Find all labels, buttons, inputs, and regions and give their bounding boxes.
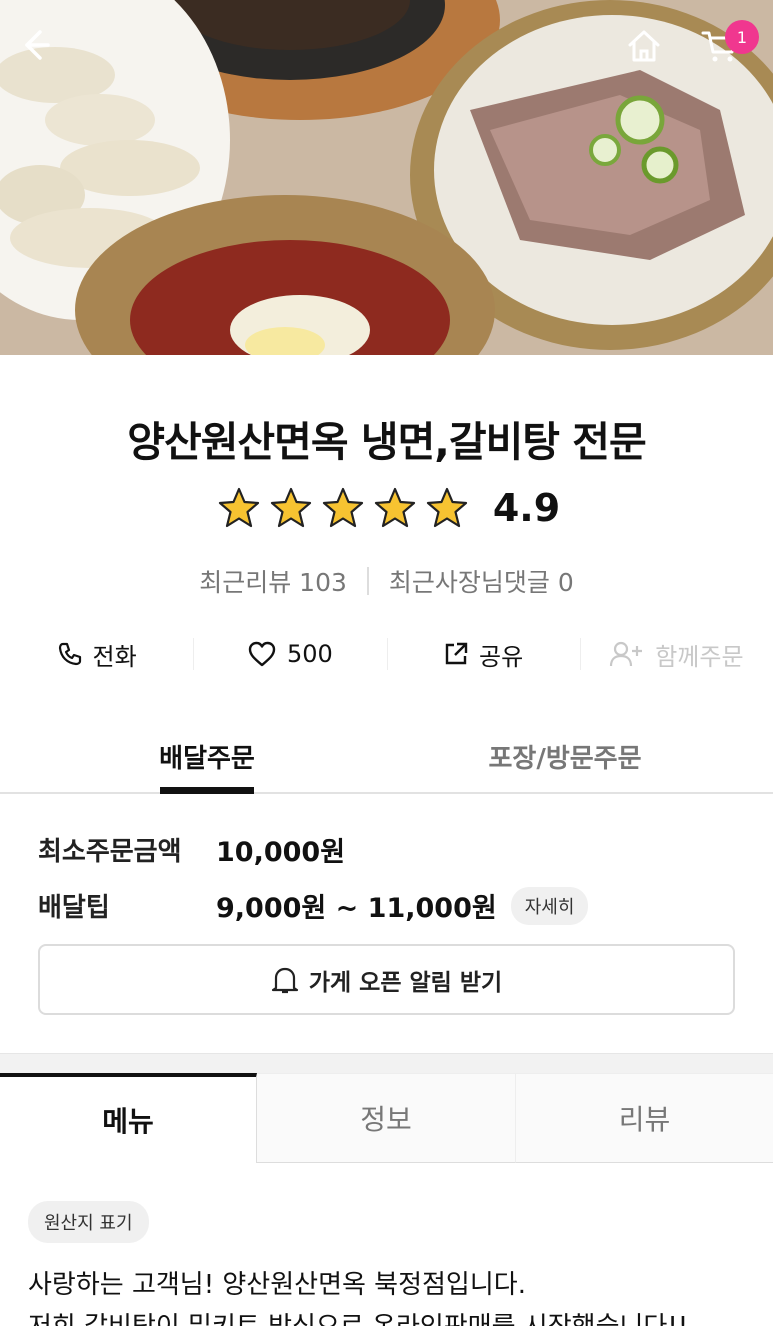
min-order-label: 최소주문금액 xyxy=(38,837,182,867)
bell-icon xyxy=(271,967,298,993)
min-order-row: 최소주문금액 10,000원 xyxy=(38,830,345,869)
delivery-tip-label: 배달팁 xyxy=(38,893,110,923)
section-divider xyxy=(0,1053,773,1075)
open-notification-label: 가게 오픈 알림 받기 xyxy=(308,969,503,996)
notice-line: 저희 갈비탕이 밀키트 방식으로 온라인판매를 시작했습니다!! xyxy=(28,1306,768,1326)
origin-label-button[interactable]: 원산지 표기 xyxy=(28,1201,149,1243)
cart-count-badge: 1 xyxy=(725,20,759,54)
like-button[interactable]: 500 xyxy=(193,630,386,678)
star-icon xyxy=(322,487,363,528)
phone-icon xyxy=(58,642,81,666)
tab-delivery[interactable]: 배달주문 xyxy=(148,720,266,794)
star-icon xyxy=(218,487,259,528)
home-button[interactable] xyxy=(626,28,674,76)
store-actions: 전화 500 공유 함께주문 xyxy=(0,630,773,678)
notice-line: 사랑하는 고객님! 양산원산면옥 북정점입니다. xyxy=(28,1270,526,1300)
delivery-tip-value: 9,000원 ~ 11,000원 xyxy=(216,893,497,924)
back-button[interactable] xyxy=(18,28,66,76)
rating-row: 4.9 xyxy=(0,486,773,530)
star-icon xyxy=(374,487,415,528)
open-notification-button[interactable]: 가게 오픈 알림 받기 xyxy=(38,944,735,1015)
group-order-button[interactable]: 함께주문 xyxy=(579,630,773,678)
divider xyxy=(366,567,369,595)
order-type-tabs: 배달주문 포장/방문주문 xyxy=(0,720,773,794)
recent-reviews-link[interactable]: 최근리뷰 103 xyxy=(199,563,347,599)
tab-info[interactable]: 정보 xyxy=(257,1073,515,1163)
tab-menu[interactable]: 메뉴 xyxy=(0,1073,257,1163)
store-name: 양산원산면옥 냉면,갈비탕 전문 xyxy=(127,418,646,466)
share-button[interactable]: 공유 xyxy=(386,630,580,678)
tab-review[interactable]: 리뷰 xyxy=(515,1073,773,1163)
star-icon xyxy=(426,487,467,528)
share-label: 공유 xyxy=(479,642,524,671)
call-label: 전화 xyxy=(92,642,137,671)
star-icon xyxy=(270,487,311,528)
tab-pickup[interactable]: 포장/방문주문 xyxy=(460,720,670,792)
like-count: 500 xyxy=(286,640,333,668)
chevron-left-icon xyxy=(25,30,50,60)
store-notice: 사랑하는 고객님! 양산원산면옥 북정점입니다. 저희 갈비탕이 밀키트 방식으… xyxy=(28,1264,768,1326)
share-icon xyxy=(445,642,468,665)
call-button[interactable]: 전화 xyxy=(0,630,193,678)
add-person-icon xyxy=(610,641,643,667)
group-order-label: 함께주문 xyxy=(655,642,744,671)
home-icon xyxy=(628,30,660,62)
store-content-tabs: 메뉴 정보 리뷰 xyxy=(0,1073,773,1165)
review-summary: 최근리뷰 103 최근사장님댓글 0 xyxy=(0,563,773,599)
delivery-tip-row: 배달팁 9,000원 ~ 11,000원 자세히 xyxy=(38,886,589,925)
delivery-tip-detail-button[interactable]: 자세히 xyxy=(510,886,589,925)
owner-replies-link[interactable]: 최근사장님댓글 0 xyxy=(389,563,574,599)
min-order-value: 10,000원 xyxy=(216,837,346,868)
heart-icon xyxy=(248,641,276,667)
rating-value: 4.9 xyxy=(492,486,561,530)
store-hero-image: 1 xyxy=(0,0,773,355)
